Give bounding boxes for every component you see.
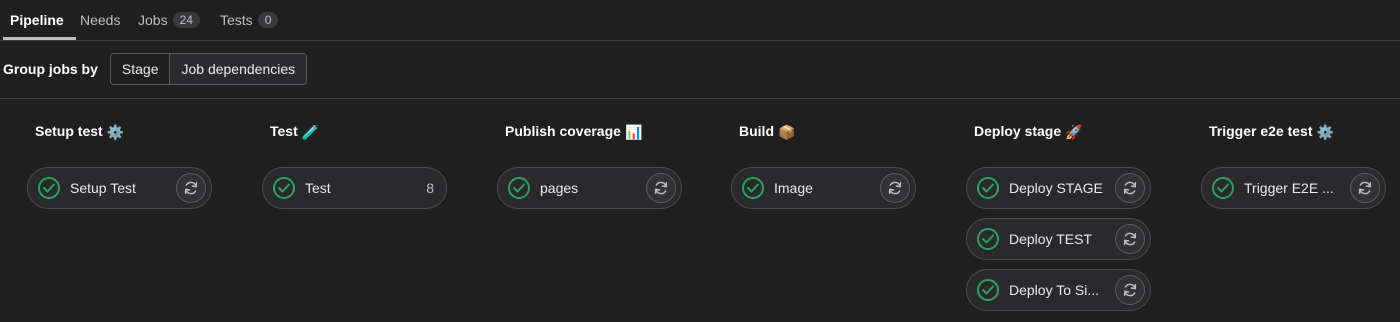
job-item[interactable]: Deploy To Si... xyxy=(966,269,1151,311)
check-circle-icon xyxy=(1212,177,1234,199)
job-item[interactable]: Test 8 xyxy=(262,167,447,209)
retry-icon[interactable] xyxy=(1115,224,1145,254)
stage-title: Test 🧪 xyxy=(270,123,319,141)
tab-label: Pipeline xyxy=(10,12,64,28)
stage-emoji-icon: 📊 xyxy=(624,124,643,140)
job-name: Deploy STAGE xyxy=(1009,180,1103,196)
check-circle-icon xyxy=(977,228,999,250)
job-name: Test xyxy=(305,180,331,196)
stage-title: Publish coverage 📊 xyxy=(505,123,642,141)
tab-label: Tests xyxy=(220,12,253,28)
stage-emoji-icon: 📦 xyxy=(778,124,796,140)
job-name: Setup Test xyxy=(70,180,136,196)
tests-count-badge: 0 xyxy=(257,12,279,28)
stage-title-text: Publish coverage xyxy=(505,123,621,139)
check-circle-icon xyxy=(742,177,764,199)
tab-jobs[interactable]: Jobs 24 xyxy=(138,0,200,40)
tab-label: Needs xyxy=(80,12,121,28)
stage-title: Trigger e2e test ⚙️ xyxy=(1209,123,1334,141)
stage-emoji-icon: ⚙️ xyxy=(106,124,125,140)
stage-emoji-icon: ⚙️ xyxy=(1316,124,1334,140)
stage-title-text: Setup test xyxy=(35,123,103,139)
job-name: pages xyxy=(540,180,579,196)
job-item[interactable]: pages xyxy=(497,167,682,209)
job-name: Deploy TEST xyxy=(1009,231,1092,247)
check-circle-icon xyxy=(273,177,295,199)
tab-needs[interactable]: Needs xyxy=(80,0,120,40)
active-tab-indicator xyxy=(3,37,76,40)
check-circle-icon xyxy=(508,177,530,199)
group-jobs-by: Group jobs by Stage Job dependencies xyxy=(3,53,308,85)
divider xyxy=(0,98,1400,99)
group-jobs-by-label: Group jobs by xyxy=(3,61,98,77)
job-item[interactable]: Image xyxy=(731,167,916,209)
pipeline-tabs: Pipeline Needs Jobs 24 Tests 0 xyxy=(0,0,1400,41)
group-by-toggle: Stage Job dependencies xyxy=(109,53,308,85)
job-item[interactable]: Deploy TEST xyxy=(966,218,1151,260)
retry-icon[interactable] xyxy=(1115,173,1145,203)
stage-title-text: Deploy stage xyxy=(974,123,1062,139)
check-circle-icon xyxy=(977,177,999,199)
tab-pipeline[interactable]: Pipeline xyxy=(10,0,64,40)
tab-tests[interactable]: Tests 0 xyxy=(220,0,279,40)
retry-icon[interactable] xyxy=(880,173,910,203)
job-group-count: 8 xyxy=(426,180,434,196)
stage-emoji-icon: 🚀 xyxy=(1065,124,1083,140)
jobs-count-badge: 24 xyxy=(172,12,200,28)
job-name: Image xyxy=(774,180,813,196)
retry-icon[interactable] xyxy=(646,173,676,203)
job-item[interactable]: Deploy STAGE xyxy=(966,167,1151,209)
retry-icon[interactable] xyxy=(1115,275,1145,305)
job-item[interactable]: Setup Test xyxy=(27,167,212,209)
tab-label: Jobs xyxy=(138,12,168,28)
stage-title-text: Trigger e2e test xyxy=(1209,123,1313,139)
retry-icon[interactable] xyxy=(1350,173,1380,203)
check-circle-icon xyxy=(38,177,60,199)
job-item[interactable]: Trigger E2E ... xyxy=(1201,167,1386,209)
stage-title: Build 📦 xyxy=(739,123,795,141)
stage-emoji-icon: 🧪 xyxy=(301,124,320,140)
stage-title-text: Build xyxy=(739,123,774,139)
stage-title-text: Test xyxy=(270,123,298,139)
stage-title: Deploy stage 🚀 xyxy=(974,123,1083,141)
job-name: Deploy To Si... xyxy=(1009,282,1100,298)
retry-icon[interactable] xyxy=(176,173,206,203)
group-by-stage-button[interactable]: Stage xyxy=(110,54,170,84)
group-by-job-dependencies-button[interactable]: Job dependencies xyxy=(169,54,307,84)
check-circle-icon xyxy=(977,279,999,301)
stage-title: Setup test ⚙️ xyxy=(35,123,124,141)
job-name: Trigger E2E ... xyxy=(1244,180,1334,196)
